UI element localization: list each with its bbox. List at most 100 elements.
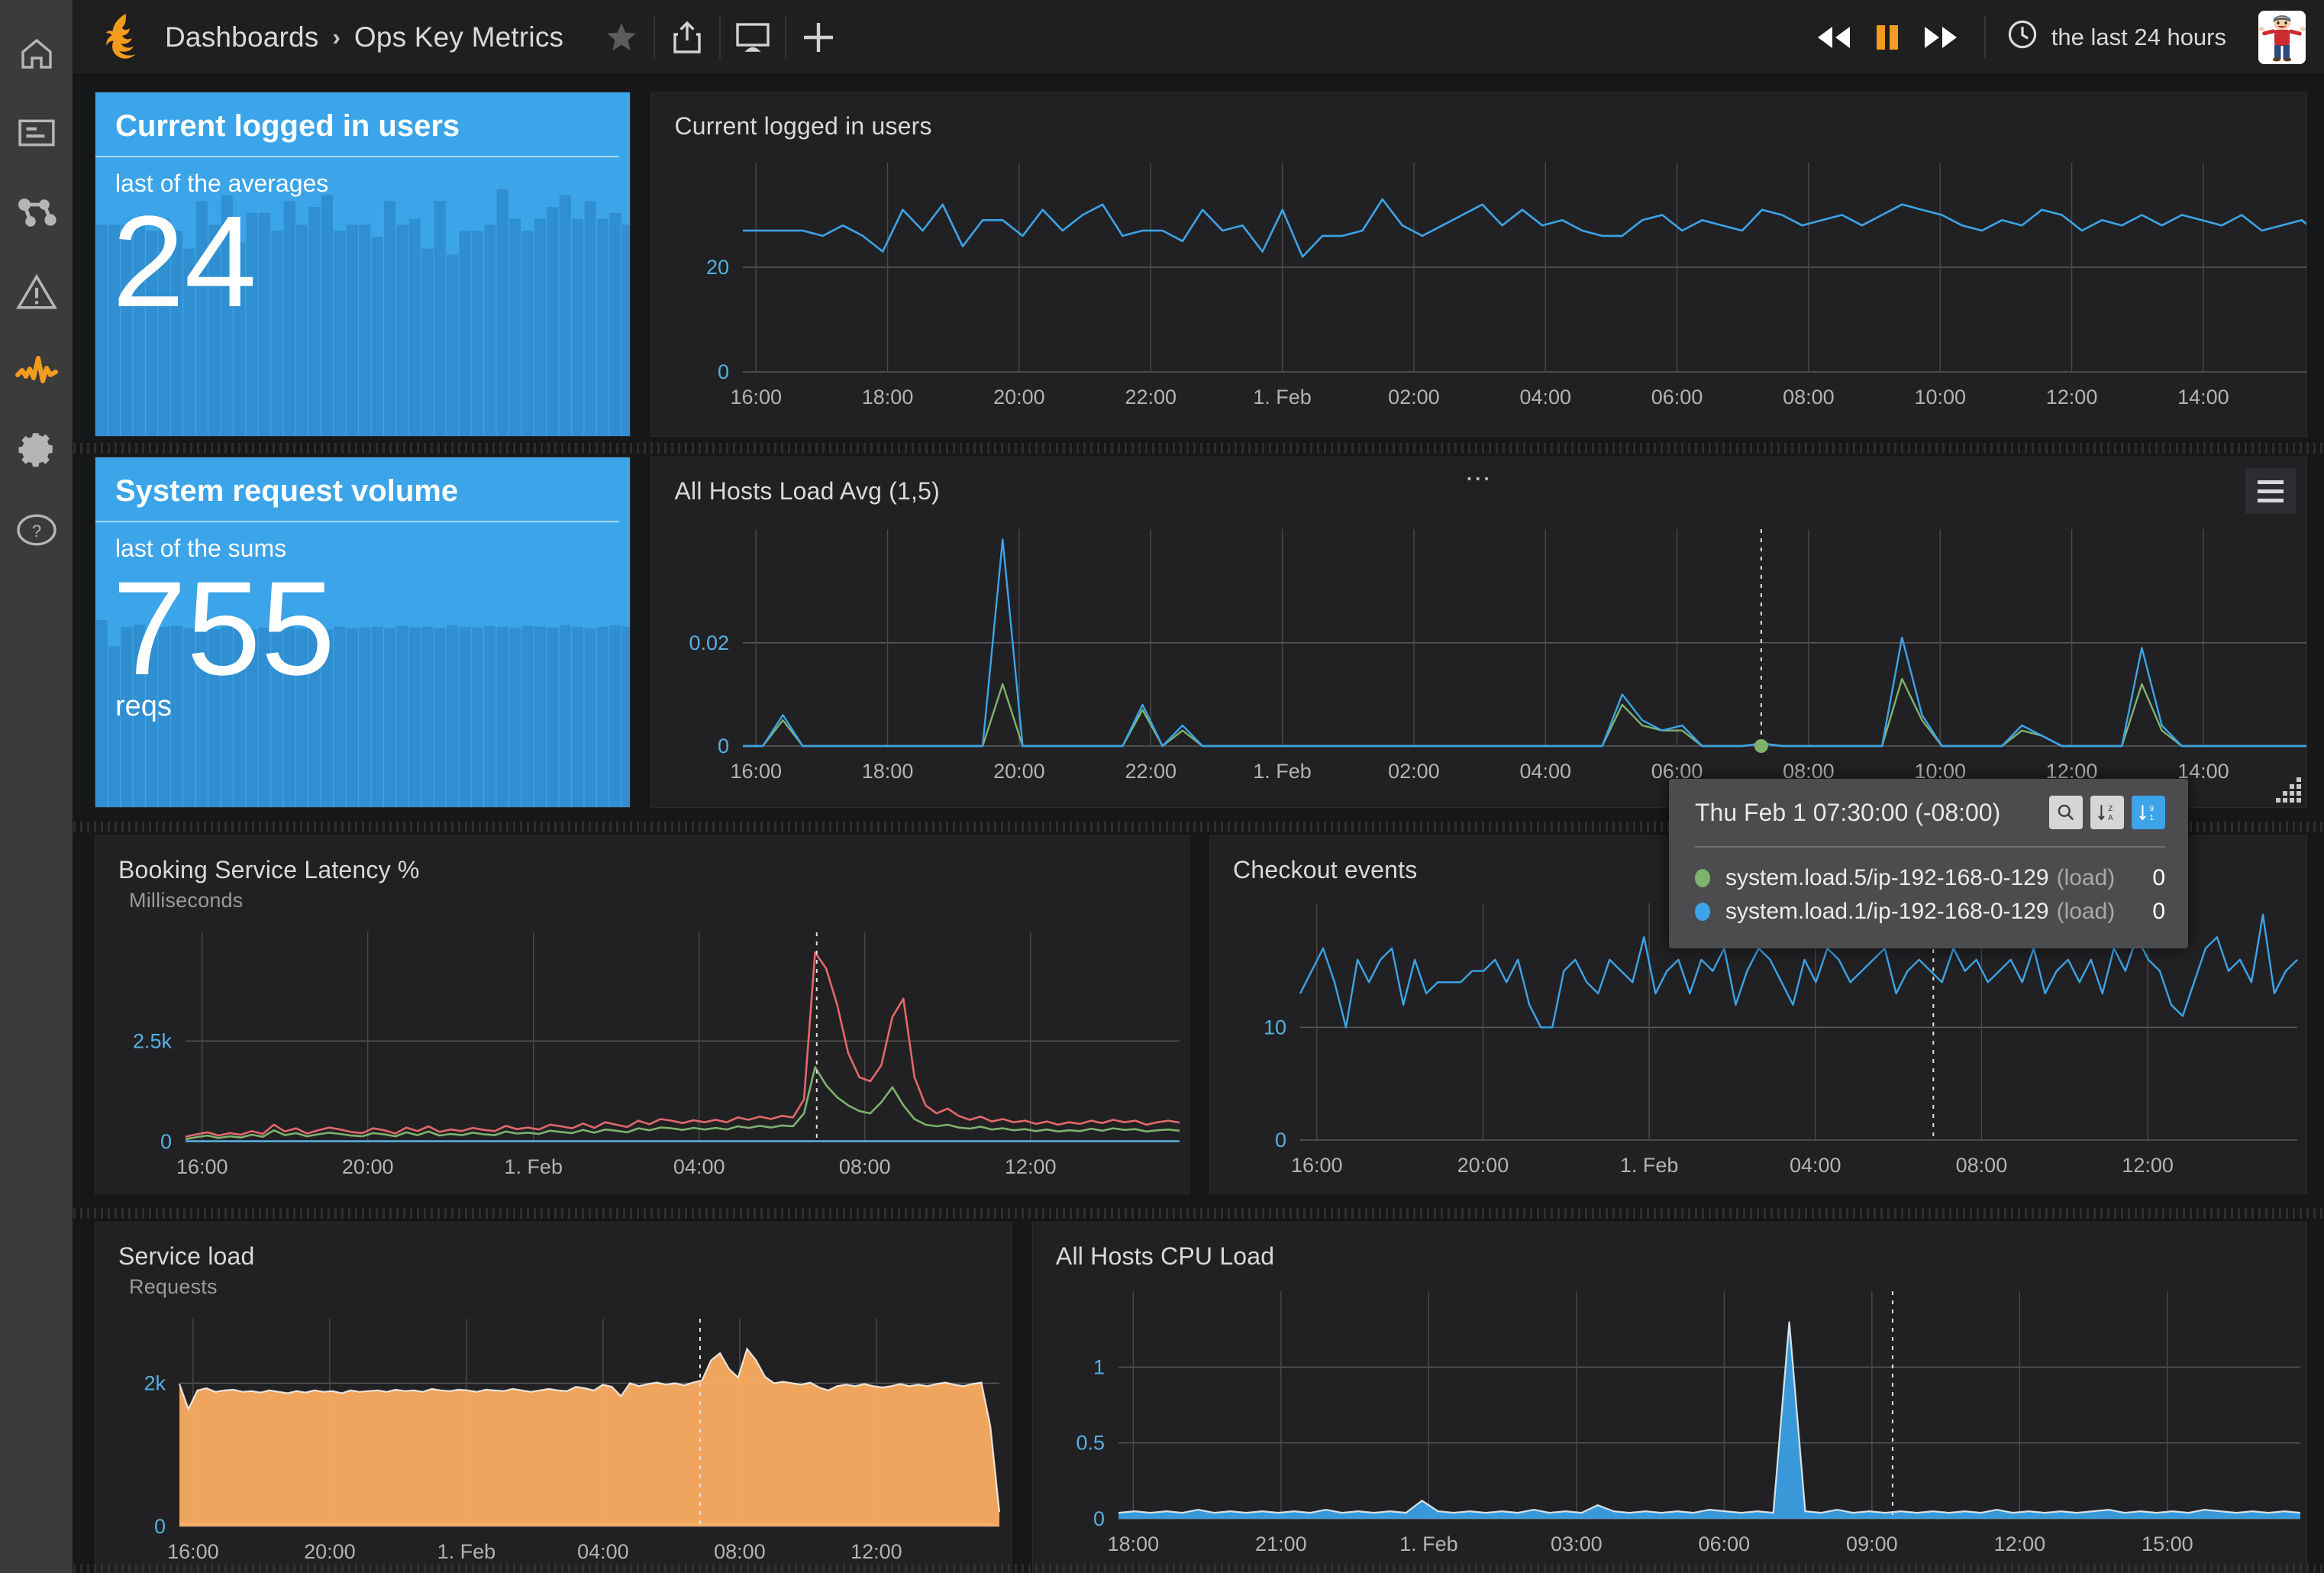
svg-text:16:00: 16:00 — [731, 760, 783, 783]
singlestat-title: Current logged in users — [95, 92, 620, 157]
svg-text:0: 0 — [154, 1515, 166, 1538]
svg-text:1. Feb: 1. Feb — [437, 1540, 496, 1563]
avatar[interactable] — [2258, 10, 2306, 64]
svg-text:0.02: 0.02 — [689, 631, 730, 654]
svg-text:16:00: 16:00 — [167, 1540, 219, 1563]
panel-subtitle: Milliseconds — [129, 889, 244, 912]
tooltip-buttons: Z A 9 1 — [2049, 796, 2165, 829]
panel-menu-dots[interactable]: ⋯ — [1465, 466, 1493, 492]
tooltip-series-row: system.load.5/ip-192-168-0-129 (load) 0 — [1695, 861, 2165, 895]
panel-title: Booking Service Latency % — [118, 856, 420, 883]
row-separator[interactable] — [73, 443, 2324, 454]
forward-icon[interactable] — [1914, 8, 1967, 66]
series-name: system.load.1/ip-192-168-0-129 — [1725, 899, 2049, 924]
svg-text:1. Feb: 1. Feb — [504, 1155, 563, 1178]
series-value: 0 — [2152, 865, 2165, 890]
series-name: system.load.5/ip-192-168-0-129 — [1725, 865, 2049, 890]
svg-text:1. Feb: 1. Feb — [1254, 760, 1312, 783]
svg-text:04:00: 04:00 — [1520, 386, 1572, 409]
svg-text:18:00: 18:00 — [1107, 1533, 1159, 1555]
svg-text:?: ? — [31, 522, 40, 541]
chart-cpu-load[interactable]: 0 0.5 1 18:00 21:00 1. Feb 03:00 06:00 09:00 12:0… — [1033, 1276, 2307, 1573]
hamburger-bar — [2258, 498, 2284, 502]
share-icon[interactable] — [658, 8, 716, 66]
chart-booking-latency[interactable]: 0 2.5k 16:00 20:00 1. Feb 04:00 08:00 12:00 — [95, 919, 1189, 1193]
rewind-icon[interactable] — [1807, 8, 1861, 66]
clock-icon — [2007, 19, 2038, 56]
panel-all-hosts-load-avg[interactable]: ⋯ All Hosts Load Avg (1,5) 0 0.02 16:00 18:… — [650, 457, 2307, 808]
svg-text:20: 20 — [706, 256, 729, 279]
svg-text:08:00: 08:00 — [1956, 1154, 2008, 1177]
svg-text:0.5: 0.5 — [1076, 1432, 1105, 1455]
svg-text:12:00: 12:00 — [1005, 1155, 1057, 1178]
panel-system-request-volume-stat[interactable]: System request volume last of the sums 7… — [95, 457, 631, 808]
svg-text:0: 0 — [1093, 1507, 1105, 1530]
svg-text:1: 1 — [1093, 1355, 1105, 1378]
sidebar-item-dashboards[interactable] — [0, 93, 73, 173]
singlestat-title: System request volume — [95, 457, 620, 522]
hamburger-bar — [2258, 480, 2284, 484]
sidebar-item-explore[interactable] — [0, 173, 73, 252]
sidebar-item-metrics[interactable] — [0, 331, 73, 411]
plus-icon[interactable] — [789, 8, 847, 66]
svg-text:20:00: 20:00 — [994, 386, 1046, 409]
breadcrumb-separator-icon: › — [332, 23, 341, 50]
sort-numeric-icon[interactable]: 9 1 — [2132, 796, 2165, 829]
graph-tooltip: Thu Feb 1 07:30:00 (-08:00) Z A 9 1 syst… — [1669, 779, 2188, 948]
svg-text:1: 1 — [2150, 814, 2154, 822]
svg-text:08:00: 08:00 — [1783, 386, 1835, 409]
chart-all-hosts-load-avg[interactable]: 0 0.02 16:00 18:00 20:00 22:00 1. Feb 02:00 04:0… — [651, 515, 2307, 806]
dashboard-row-4: Service load Requests 0 2k 16:00 20:00 1. Fe… — [73, 1222, 2324, 1573]
sidebar-item-alerting[interactable] — [0, 252, 73, 331]
star-icon[interactable] — [592, 8, 650, 66]
svg-text:12:00: 12:00 — [851, 1540, 902, 1563]
breadcrumb-root[interactable]: Dashboards — [165, 21, 319, 53]
panel-title: Service load — [118, 1242, 255, 1270]
dashboard-row-1: Current logged in users last of the aver… — [73, 75, 2324, 437]
singlestat-body: System request volume last of the sums 7… — [95, 457, 631, 807]
series-value: 0 — [2152, 899, 2165, 924]
sidebar-item-help[interactable]: ? — [0, 490, 73, 570]
sidebar-item-configuration[interactable] — [0, 411, 73, 490]
svg-text:A: A — [2108, 814, 2113, 822]
panel-booking-service-latency[interactable]: Booking Service Latency % Milliseconds 0… — [95, 835, 1190, 1194]
svg-text:02:00: 02:00 — [1389, 760, 1441, 783]
dashboard-row-2: System request volume last of the sums 7… — [73, 457, 2324, 808]
tooltip-divider — [1695, 846, 2165, 848]
toolbar-divider — [654, 15, 656, 59]
svg-text:1. Feb: 1. Feb — [1399, 1533, 1458, 1555]
svg-text:10:00: 10:00 — [1915, 386, 1967, 409]
grafana-logo-icon[interactable] — [99, 13, 145, 61]
time-range-picker[interactable]: the last 24 hours — [1989, 19, 2237, 56]
svg-text:20:00: 20:00 — [994, 760, 1046, 783]
chart-logged-in-users[interactable]: 0 20 16:00 18:00 20:00 22:00 1. Feb 02:00 04:00 0… — [651, 146, 2307, 428]
svg-text:04:00: 04:00 — [1520, 760, 1572, 783]
singlestat-body: Current logged in users last of the aver… — [95, 92, 631, 436]
alert-triangle-icon — [15, 273, 57, 310]
svg-text:16:00: 16:00 — [1291, 1154, 1343, 1177]
pause-icon[interactable] — [1861, 8, 1914, 66]
tv-icon[interactable] — [724, 8, 782, 66]
series-unit: (load) — [2056, 899, 2116, 924]
svg-text:21:00: 21:00 — [1255, 1533, 1307, 1555]
sidebar-item-home[interactable] — [0, 14, 73, 93]
panel-resize-handle[interactable] — [2276, 777, 2302, 803]
svg-text:12:00: 12:00 — [2122, 1154, 2174, 1177]
page-title[interactable]: Ops Key Metrics — [354, 21, 563, 53]
legend-toggle-button[interactable] — [2245, 468, 2296, 514]
panel-current-logged-in-users-stat[interactable]: Current logged in users last of the aver… — [95, 92, 631, 437]
svg-text:0: 0 — [1275, 1129, 1286, 1151]
search-icon[interactable] — [2049, 796, 2083, 829]
series-unit: (load) — [2056, 865, 2116, 890]
panel-all-hosts-cpu-load[interactable]: All Hosts CPU Load 0 0.5 1 18:00 21:00 1. Feb… — [1031, 1222, 2307, 1573]
chart-service-load[interactable]: 0 2k 16:00 20:00 1. Feb 04:00 08:00 12:00 — [95, 1305, 1012, 1573]
sort-alpha-icon[interactable]: Z A — [2090, 796, 2124, 829]
panel-current-logged-in-users-graph[interactable]: Current logged in users 0 20 16:00 18:00 20:… — [650, 92, 2307, 437]
singlestat-unit: reqs — [115, 690, 172, 722]
main-area: Dashboards › Ops Key Metrics the last 24… — [73, 0, 2324, 1573]
bottom-scroll-ruler[interactable] — [73, 1564, 2324, 1573]
series-color-dot — [1695, 869, 1710, 887]
row-separator[interactable] — [73, 1208, 2324, 1219]
svg-text:06:00: 06:00 — [1698, 1533, 1750, 1555]
panel-service-load[interactable]: Service load Requests 0 2k 16:00 20:00 1. Fe… — [95, 1222, 1012, 1573]
